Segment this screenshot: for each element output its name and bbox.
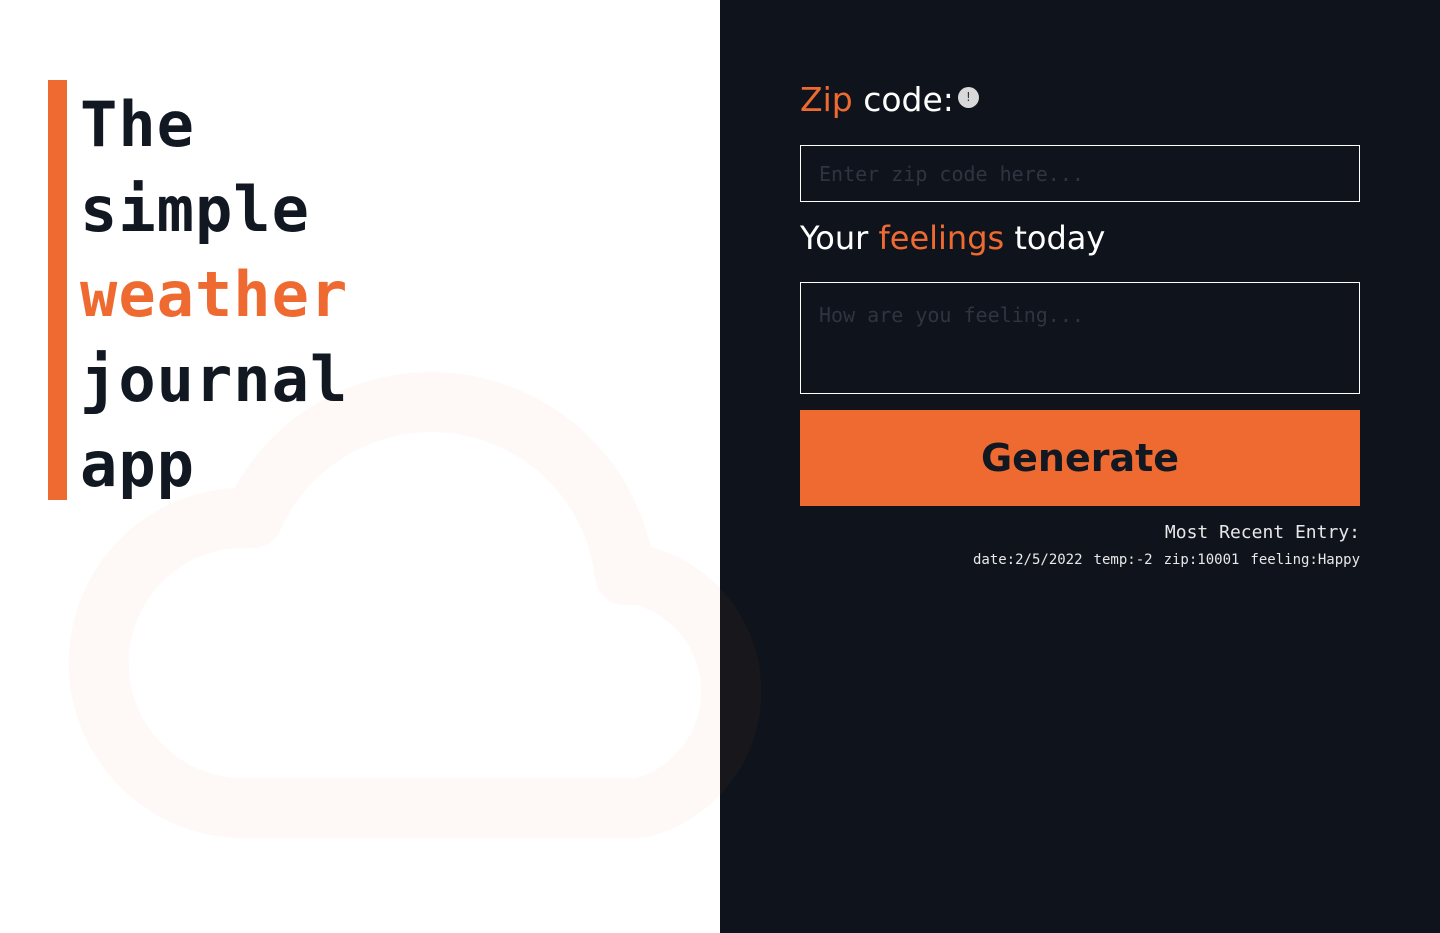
feelings-label-suffix: today [1004, 219, 1106, 257]
entry-feeling: feeling:Happy [1250, 552, 1360, 568]
title-line-simple: simple [80, 173, 310, 246]
recent-entry: date:2/5/2022 temp:-2 zip:10001 feeling:… [973, 552, 1360, 568]
entry-temp: temp:-2 [1093, 552, 1153, 568]
zip-label-accent: Zip [800, 80, 853, 119]
entry-zip: zip:10001 [1163, 552, 1240, 568]
feelings-textarea[interactable] [800, 282, 1360, 394]
feelings-label-accent: feelings [878, 219, 1005, 257]
accent-bar [48, 80, 67, 500]
info-icon[interactable]: ! [957, 87, 979, 108]
feelings-label: Your feelings today [800, 216, 1105, 260]
entry-date: date:2/5/2022 [972, 552, 1083, 568]
feelings-label-prefix: Your [800, 219, 879, 257]
title-line-the: The [80, 88, 195, 161]
generate-button[interactable]: Generate [800, 410, 1360, 506]
page: The simple weather journal app Zip code:… [0, 0, 1440, 933]
title-line-app: app [80, 428, 195, 501]
zip-label: Zip code:! [800, 78, 979, 122]
title-line-weather: weather [80, 258, 349, 331]
app-title: The simple weather journal app [80, 82, 348, 507]
zip-label-rest: code: [852, 80, 954, 119]
title-line-journal: journal [80, 343, 349, 416]
zip-input[interactable] [800, 145, 1360, 202]
recent-entry-heading: Most Recent Entry: [1164, 522, 1360, 543]
